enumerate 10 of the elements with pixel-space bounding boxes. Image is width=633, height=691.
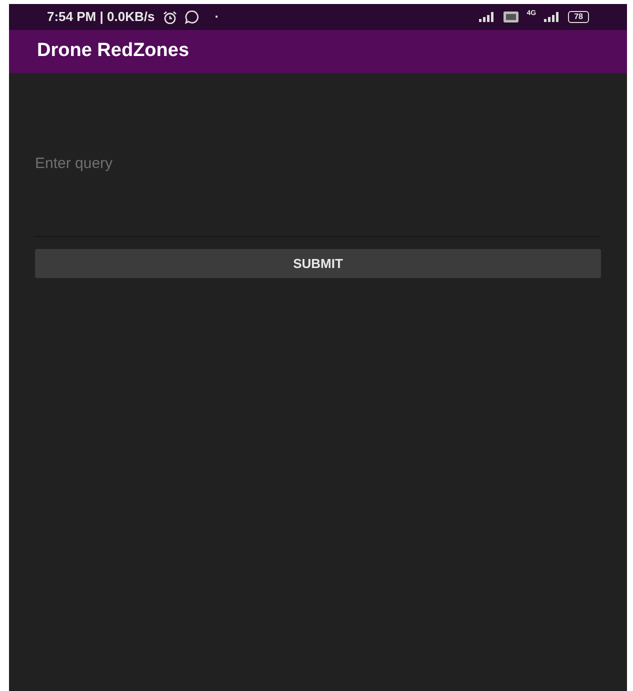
query-field[interactable]: Enter query	[35, 149, 601, 237]
chat-bubble-icon	[184, 10, 199, 24]
signal-icon	[478, 12, 495, 22]
signal-icon	[544, 12, 560, 22]
battery-indicator: 78	[568, 11, 589, 23]
submit-button[interactable]: SUBMIT	[35, 249, 601, 278]
app-title: Drone RedZones	[37, 39, 190, 64]
alarm-clock-icon	[162, 10, 177, 24]
status-dot: ·	[214, 8, 220, 26]
status-time: 7:54 PM | 0.0KB/s	[47, 8, 155, 26]
